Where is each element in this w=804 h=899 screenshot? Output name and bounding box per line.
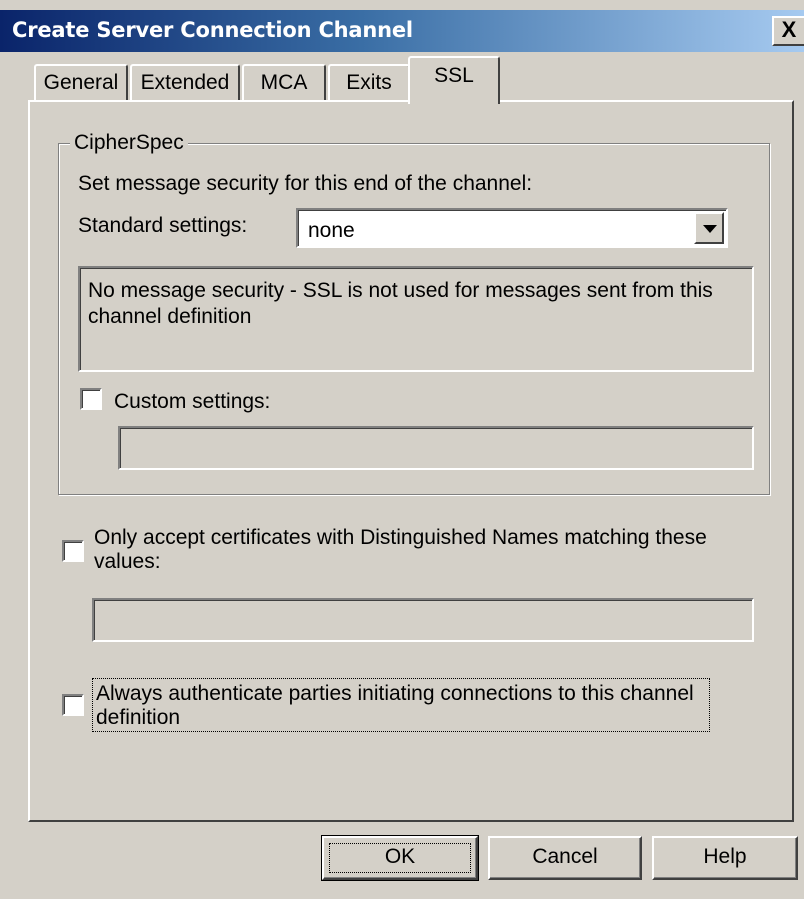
custom-settings-label: Custom settings: [114, 390, 271, 413]
tab-extended[interactable]: Extended [130, 64, 240, 102]
help-button-label: Help [703, 845, 747, 868]
title-bar[interactable]: Create Server Connection Channel X [0, 10, 804, 52]
cancel-button[interactable]: Cancel [488, 836, 642, 880]
dn-filter-checkbox[interactable] [62, 540, 84, 562]
security-description-box: No message security - SSL is not used fo… [78, 266, 754, 372]
standard-settings-value: none [308, 219, 355, 242]
tab-general-label: General [43, 71, 119, 94]
always-authenticate-label: Always authenticate parties initiating c… [96, 682, 694, 729]
tab-ssl[interactable]: SSL [408, 56, 500, 104]
always-authenticate-checkbox[interactable] [62, 694, 84, 716]
window-title: Create Server Connection Channel [12, 18, 413, 42]
ok-button[interactable]: OK [321, 835, 479, 881]
tab-general[interactable]: General [34, 64, 128, 102]
tab-exits[interactable]: Exits [328, 64, 410, 102]
dn-filter-label: Only accept certificates with Distinguis… [94, 526, 707, 573]
dialog-window: Create Server Connection Channel X Gener… [0, 0, 804, 899]
tab-ssl-label: SSL [434, 64, 474, 87]
dropdown-arrow-icon[interactable] [694, 212, 724, 244]
dn-filter-field[interactable] [92, 598, 754, 642]
tab-extended-label: Extended [140, 71, 230, 94]
standard-settings-select[interactable]: none [296, 208, 728, 248]
tab-mca-label: MCA [260, 71, 308, 94]
custom-settings-field[interactable] [118, 426, 754, 470]
close-icon: X [781, 17, 797, 42]
custom-settings-checkbox[interactable] [80, 388, 102, 410]
cipherspec-group-label: CipherSpec [70, 131, 188, 155]
close-button[interactable]: X [772, 16, 804, 46]
standard-settings-label: Standard settings: [78, 214, 248, 237]
help-button[interactable]: Help [652, 836, 798, 880]
tab-exits-label: Exits [346, 71, 392, 94]
security-description-text: No message security - SSL is not used fo… [88, 279, 713, 328]
cancel-button-label: Cancel [532, 845, 598, 868]
cipherspec-intro-text: Set message security for this end of the… [78, 172, 533, 195]
ok-button-label: OK [384, 845, 416, 868]
tab-mca[interactable]: MCA [242, 64, 326, 102]
